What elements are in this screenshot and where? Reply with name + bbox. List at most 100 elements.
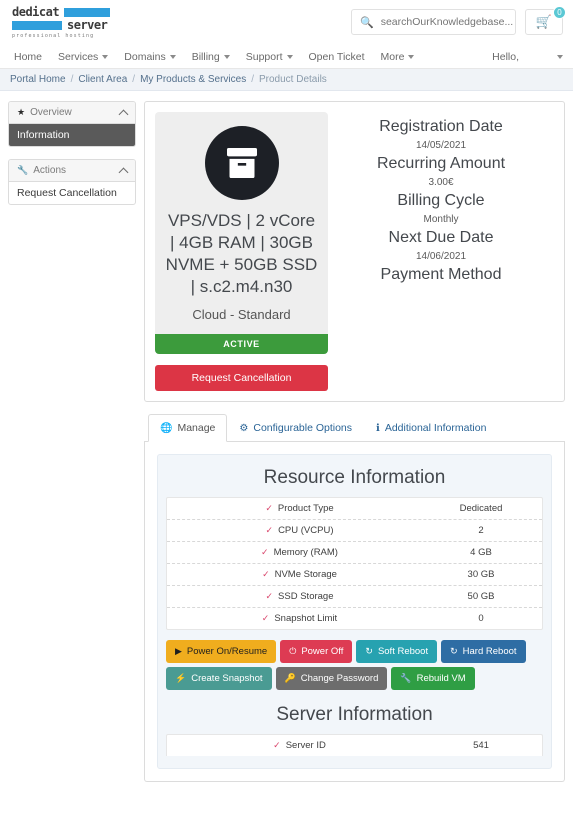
detail-value-billing-cycle: Monthly — [423, 214, 459, 225]
cart-icon: 🛒 — [535, 14, 553, 29]
check-icon: ✓ — [261, 613, 270, 623]
cart-container[interactable]: 🛒 0 — [525, 6, 566, 35]
nav-item-domains[interactable]: Domains — [124, 50, 176, 63]
logo-word-primary: dedicat — [12, 5, 60, 19]
breadcrumb-item-portal-home[interactable]: Portal Home — [10, 74, 66, 85]
row-label: ✓ Snapshot Limit — [261, 613, 338, 624]
sidebar-panel-overview-header[interactable]: ★ Overview — [9, 102, 135, 124]
logo-bar-bottom — [12, 20, 62, 30]
nav-item-support[interactable]: Support — [246, 51, 293, 63]
account-greeting[interactable]: Hello, — [492, 51, 519, 63]
table-row: ✓ SSD Storage 50 GB — [167, 586, 542, 608]
account-menu[interactable]: Hello, — [492, 51, 563, 63]
chevron-up-icon[interactable] — [118, 109, 129, 119]
power-on-resume-button[interactable]: ▶ Power On/Resume — [166, 640, 277, 663]
server-information-table: ✓ Server ID 541 — [166, 734, 543, 756]
nav-label: Open Ticket — [308, 50, 365, 63]
rebuild-vm-button[interactable]: 🔧 Rebuild VM — [391, 667, 475, 690]
breadcrumb-item-product-details: Product Details — [259, 74, 327, 85]
sidebar-item-information[interactable]: Information — [9, 124, 135, 146]
detail-label-registration-date: Registration Date — [379, 118, 503, 135]
wrench-icon: 🔧 — [400, 673, 412, 683]
breadcrumb-item-my-products-services[interactable]: My Products & Services — [140, 74, 246, 85]
product-group: Cloud - Standard — [192, 307, 291, 322]
tab-pane-manage: Resource Information ✓ Product Type Dedic… — [144, 442, 565, 782]
tab-additional-information[interactable]: ℹ Additional Information — [364, 414, 498, 442]
detail-value-next-due-date: 14/06/2021 — [415, 251, 467, 262]
breadcrumb-separator: / — [251, 74, 254, 85]
table-row: ✓ Product Type Dedicated — [167, 498, 542, 520]
table-row: ✓ CPU (VCPU) 2 — [167, 520, 542, 542]
row-value: 4 GB — [470, 547, 492, 558]
row-value: 541 — [473, 740, 489, 751]
tab-configurable-options[interactable]: ⚙ Configurable Options — [227, 414, 364, 442]
change-password-button[interactable]: 🔑 Change Password — [275, 667, 388, 690]
row-label: ✓ NVMe Storage — [262, 569, 337, 580]
status-badge: ACTIVE — [155, 334, 328, 354]
nav-item-home[interactable]: Home — [14, 51, 42, 63]
detail-value-recurring-amount: 3.00€ — [428, 177, 454, 188]
search-input[interactable] — [380, 16, 516, 28]
row-value: 0 — [478, 613, 484, 624]
detail-value-registration-date: 14/05/2021 — [415, 140, 467, 151]
row-label: ✓ CPU (VCPU) — [265, 525, 334, 536]
tab-manage[interactable]: 🌐 Manage — [148, 414, 228, 442]
table-row: ✓ Memory (RAM) 4 GB — [167, 542, 542, 564]
tab-label: Configurable Options — [253, 422, 353, 434]
globe-icon: 🌐 — [160, 422, 173, 434]
create-snapshot-button[interactable]: ⚡ Create Snapshot — [166, 667, 272, 690]
tab-label: Manage — [177, 422, 216, 434]
product-name: VPS/VDS | 2 vCore | 4GB RAM | 30GB NVME … — [165, 211, 318, 296]
power-off-button[interactable]: ⏻ Power Off — [280, 640, 353, 663]
row-label: ✓ Product Type — [265, 503, 334, 514]
manage-inner-panel: Resource Information ✓ Product Type Dedic… — [157, 454, 552, 769]
breadcrumb: Portal Home / Client Area / My Products … — [0, 69, 573, 91]
nav-label: Support — [245, 50, 283, 63]
check-icon: ✓ — [265, 525, 274, 535]
site-logo[interactable]: dedicat server professional hosting — [12, 6, 122, 40]
sidebar-item-request-cancellation[interactable]: Request Cancellation — [9, 182, 135, 204]
row-value: Dedicated — [459, 503, 503, 514]
request-cancellation-button[interactable]: Request Cancellation — [155, 365, 328, 391]
table-row: ✓ Snapshot Limit 0 — [167, 608, 542, 629]
nav-item-billing[interactable]: Billing — [192, 51, 230, 63]
table-row: ✓ NVMe Storage 30 GB — [167, 564, 542, 586]
nav-item-more[interactable]: More — [381, 51, 415, 63]
nav-item-open-ticket[interactable]: Open Ticket — [309, 51, 365, 63]
row-label: ✓ Memory (RAM) — [261, 547, 338, 558]
breadcrumb-item-client-area[interactable]: Client Area — [78, 74, 127, 85]
logo-tagline: professional hosting — [12, 33, 95, 39]
breadcrumb-separator: / — [70, 74, 74, 85]
chevron-down-icon — [286, 54, 293, 59]
chevron-down-icon[interactable] — [557, 54, 563, 59]
breadcrumb-separator: / — [132, 74, 136, 85]
hard-reboot-button[interactable]: ↻ Hard Reboot — [441, 640, 526, 663]
chevron-down-icon — [408, 54, 415, 59]
product-card-body: VPS/VDS | 2 vCore | 4GB RAM | 30GB NVME … — [155, 112, 328, 334]
page-body: ★ Overview Information 🔧 Actions Request… — [0, 91, 573, 782]
vm-action-buttons: ▶ Power On/Resume ⏻ Power Off ↻ Soft Reb… — [166, 640, 543, 690]
resource-information-title: Resource Information — [263, 467, 446, 488]
sliders-icon: ⚙ — [239, 422, 249, 434]
key-icon: 🔑 — [284, 673, 296, 683]
archive-box-icon — [204, 126, 279, 200]
row-value: 50 GB — [467, 591, 495, 602]
check-icon: ✓ — [273, 740, 281, 750]
play-icon: ▶ — [175, 646, 182, 656]
cart-button[interactable]: 🛒 0 — [525, 6, 566, 35]
detail-label-recurring-amount: Recurring Amount — [376, 155, 506, 172]
nav-item-services[interactable]: Services — [58, 51, 109, 63]
chevron-up-icon[interactable] — [118, 167, 129, 177]
main-navigation: Home Services Domains Billing Support Op… — [0, 45, 573, 69]
check-icon: ✓ — [261, 547, 269, 557]
sidebar-panel-actions-header[interactable]: 🔧 Actions — [9, 160, 135, 182]
search-container: 🔍 — [351, 9, 516, 35]
search-box[interactable]: 🔍 — [351, 9, 516, 35]
product-card: VPS/VDS | 2 vCore | 4GB RAM | 30GB NVME … — [155, 112, 328, 391]
row-value: 2 — [478, 525, 484, 536]
nav-label: Domains — [124, 50, 166, 63]
wrench-icon: 🔧 — [17, 165, 29, 175]
soft-reboot-button[interactable]: ↻ Soft Reboot — [356, 640, 438, 663]
resource-information-table: ✓ Product Type Dedicated ✓ CPU (VCPU) 2 ✓ M… — [166, 497, 543, 630]
logo-word-secondary: server — [67, 18, 108, 32]
